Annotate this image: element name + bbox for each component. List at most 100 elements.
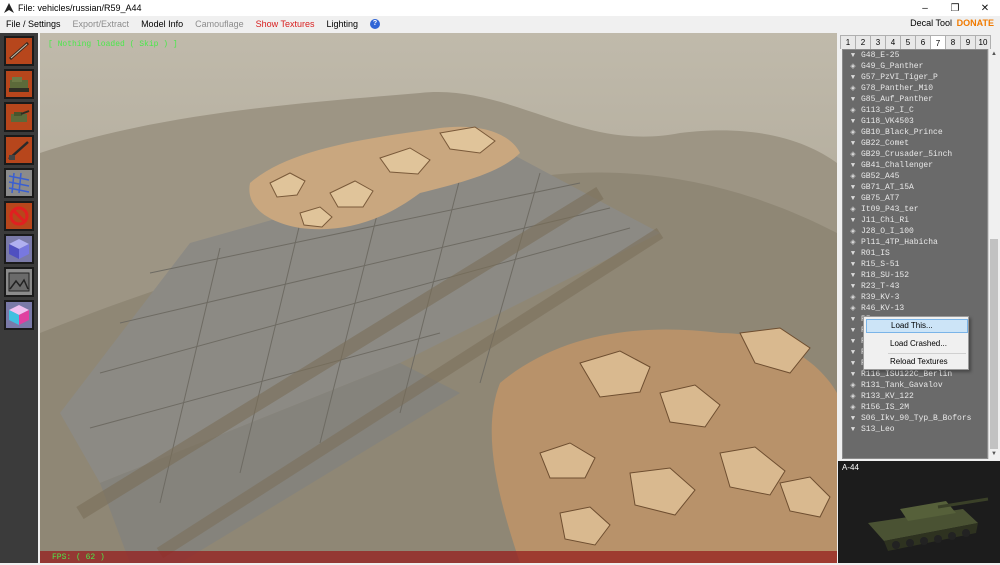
arrow-down-icon: ▼ — [850, 282, 856, 291]
vehicle-name: G118_VK4503 — [861, 117, 914, 126]
vehicle-list-item[interactable]: ◈ G49_G_Panther — [843, 61, 987, 72]
tab-6[interactable]: 6 — [915, 35, 931, 49]
left-toolbar — [0, 33, 38, 563]
tab-2[interactable]: 2 — [855, 35, 871, 49]
gun-barrel-button[interactable] — [4, 36, 34, 66]
window-title: File: vehicles/russian/R59_A44 — [18, 3, 142, 13]
tab-7[interactable]: 7 — [930, 35, 946, 50]
vehicle-list-item[interactable]: ◈ R156_IS_2M — [843, 402, 987, 413]
vehicle-name: G49_G_Panther — [861, 62, 924, 71]
tab-3[interactable]: 3 — [870, 35, 886, 49]
arrow-down-icon: ▼ — [850, 249, 856, 258]
diamond-icon: ◈ — [850, 304, 856, 313]
image-button[interactable] — [4, 267, 34, 297]
tab-4[interactable]: 4 — [885, 35, 901, 49]
tab-1[interactable]: 1 — [840, 35, 856, 49]
context-load-this[interactable]: Load This... — [866, 319, 968, 333]
vehicle-name: GB10_Black_Prince — [861, 128, 943, 137]
vehicle-list-item[interactable]: ▼ S13_Leo — [843, 424, 987, 435]
vehicle-list-item[interactable]: ◈ J28_O_I_100 — [843, 226, 987, 237]
disable-button[interactable] — [4, 201, 34, 231]
color-cube-icon — [9, 305, 29, 325]
vehicle-list-item[interactable]: ▼ G85_Auf_Panther — [843, 94, 987, 105]
menu-camouflage[interactable]: Camouflage — [189, 19, 250, 29]
vehicle-list-item[interactable]: ▼ R18_SU-152 — [843, 270, 987, 281]
vehicle-list-item[interactable]: ▼ R23_T-43 — [843, 281, 987, 292]
vehicle-list-item[interactable]: ◈ It09_P43_ter — [843, 204, 987, 215]
context-reload-textures[interactable]: Reload Textures — [866, 355, 968, 369]
vehicle-list-item[interactable]: ▼ R01_IS — [843, 248, 987, 259]
vehicle-list-item[interactable]: ▼ GB41_Challenger — [843, 160, 987, 171]
vehicle-list[interactable]: ▼ G48_E-25 ◈ G49_G_Panther ▼ G57_PzVI_Tiger_P… — [842, 49, 988, 459]
tab-9[interactable]: 9 — [960, 35, 976, 49]
3d-viewport[interactable]: [ Nothing loaded ( Skip ) ] FPS: ( 62 ) — [40, 33, 837, 563]
menu-file-settings[interactable]: File / Settings — [0, 19, 67, 29]
diamond-icon: ◈ — [850, 106, 856, 115]
arrow-down-icon: ▼ — [850, 315, 856, 324]
vehicle-list-item[interactable]: ▼ G48_E-25 — [843, 50, 987, 61]
arrow-down-icon: ▼ — [850, 326, 856, 335]
tab-10[interactable]: 10 — [975, 35, 991, 49]
vehicle-list-item[interactable]: ◈ Pl11_4TP_Habicha — [843, 237, 987, 248]
tab-5[interactable]: 5 — [900, 35, 916, 49]
menu-export-extract[interactable]: Export/Extract — [67, 19, 136, 29]
vehicle-list-item[interactable]: ◈ R46_KV-13 — [843, 303, 987, 314]
fps-counter: FPS: ( 62 ) — [52, 553, 105, 562]
right-panel: 1 2 3 4 5 6 7 8 9 10 ▼ G48_E-25 ◈ G49_G_Panther ▼ G57_… — [838, 33, 1000, 563]
scroll-up-icon[interactable]: ▲ — [989, 49, 999, 59]
vehicle-list-item[interactable]: ◈ G113_SP_I_C — [843, 105, 987, 116]
minimize-button[interactable]: – — [910, 0, 940, 16]
menu-show-textures[interactable]: Show Textures — [250, 19, 321, 29]
arrow-down-icon: ▼ — [850, 370, 856, 379]
donate-button[interactable]: DONATE — [957, 16, 994, 31]
app-logo-icon — [4, 3, 14, 13]
diamond-icon: ◈ — [850, 128, 856, 137]
scroll-down-icon[interactable]: ▼ — [989, 449, 999, 459]
vehicle-name: GB29_Crusader_5inch — [861, 150, 953, 159]
help-icon[interactable]: ? — [370, 18, 381, 29]
vehicle-name: R18_SU-152 — [861, 271, 910, 280]
vehicle-list-item[interactable]: ◈ GB29_Crusader_5inch — [843, 149, 987, 160]
context-menu: Load This... Load Crashed... Reload Text… — [863, 316, 969, 370]
vehicle-name: G48_E-25 — [861, 51, 900, 60]
menu-decal-tool[interactable]: Decal Tool — [910, 16, 952, 31]
vehicle-list-item[interactable]: ◈ R133_KV_122 — [843, 391, 987, 402]
vehicle-list-scrollbar[interactable]: ▲ ▼ — [988, 49, 998, 459]
vehicle-list-item[interactable]: ▼ R116_ISU122C_Berlin — [843, 369, 987, 380]
vehicle-list-item[interactable]: ▼ R15_S-51 — [843, 259, 987, 270]
maximize-button[interactable]: ❐ — [940, 0, 970, 16]
gun-button[interactable] — [4, 135, 34, 165]
vehicle-name: R01_IS — [861, 249, 890, 258]
vehicle-list-item[interactable]: ◈ G78_Panther_M10 — [843, 83, 987, 94]
tab-8[interactable]: 8 — [945, 35, 961, 49]
menu-lighting[interactable]: Lighting — [321, 19, 365, 29]
vehicle-list-item[interactable]: ▼ GB22_Comet — [843, 138, 987, 149]
hull-button[interactable] — [4, 69, 34, 99]
turret-button[interactable] — [4, 102, 34, 132]
vehicle-name: GB52_A45 — [861, 172, 900, 181]
close-button[interactable]: ✕ — [970, 0, 1000, 16]
color-cube-button[interactable] — [4, 300, 34, 330]
menu-model-info[interactable]: Model Info — [135, 19, 189, 29]
context-load-crashed[interactable]: Load Crashed... — [866, 337, 968, 351]
vehicle-name: G57_PzVI_Tiger_P — [861, 73, 938, 82]
vehicle-name: G85_Auf_Panther — [861, 95, 934, 104]
vehicle-list-item[interactable]: ◈ GB10_Black_Prince — [843, 127, 987, 138]
vehicle-list-item[interactable]: ◈ R39_KV-3 — [843, 292, 987, 303]
scrollbar-thumb[interactable] — [990, 239, 998, 449]
vehicle-list-item[interactable]: ◈ GB52_A45 — [843, 171, 987, 182]
cube-button[interactable] — [4, 234, 34, 264]
vehicle-name: J28_O_I_100 — [861, 227, 914, 236]
vehicle-list-item[interactable]: ▼ J11_Chi_Ri — [843, 215, 987, 226]
diamond-icon: ◈ — [850, 62, 856, 71]
vehicle-list-item[interactable]: ▼ S06_Ikv_90_Typ_B_Bofors — [843, 413, 987, 424]
vehicle-list-item[interactable]: ▼ GB71_AT_15A — [843, 182, 987, 193]
vehicle-list-item[interactable]: ▼ GB75_AT7 — [843, 193, 987, 204]
no-entry-icon — [9, 206, 29, 226]
grid-button[interactable] — [4, 168, 34, 198]
vehicle-list-item[interactable]: ▼ G57_PzVI_Tiger_P — [843, 72, 987, 83]
vehicle-list-item[interactable]: ▼ G118_VK4503 — [843, 116, 987, 127]
vehicle-list-item[interactable]: ◈ R131_Tank_Gavalov — [843, 380, 987, 391]
vehicle-name: R23_T-43 — [861, 282, 900, 291]
vehicle-name: It09_P43_ter — [861, 205, 919, 214]
